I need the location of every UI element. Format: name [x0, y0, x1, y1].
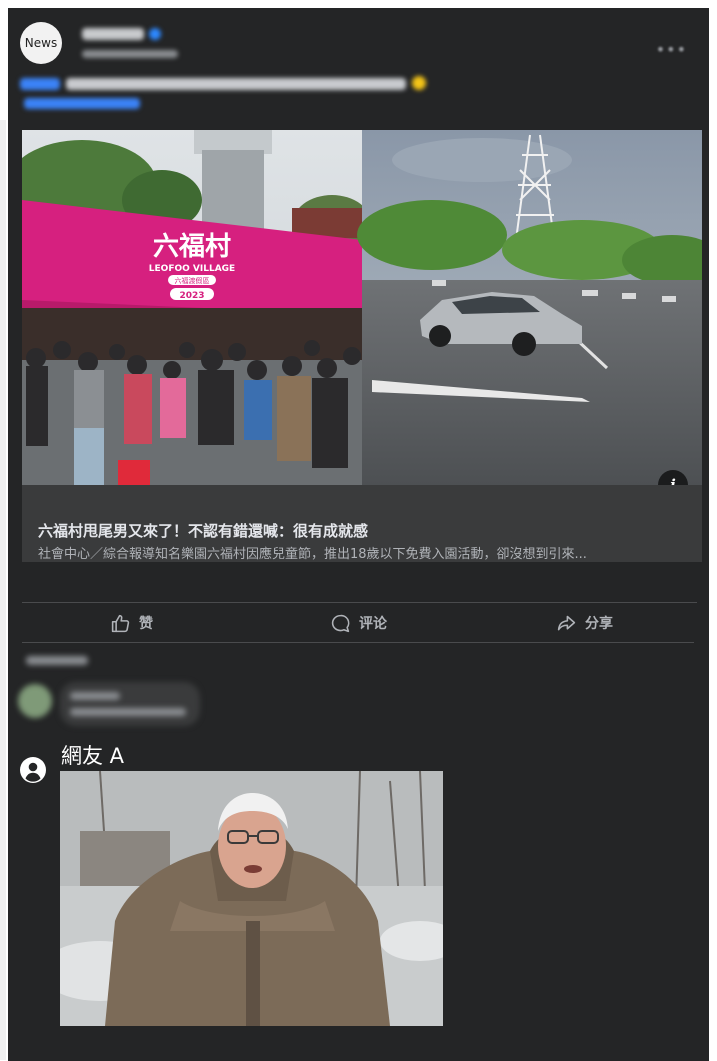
like-label: 赞	[139, 616, 153, 632]
share-arrow-icon	[556, 613, 577, 634]
divider	[22, 642, 694, 643]
page-name-blurred[interactable]	[82, 28, 144, 40]
page-avatar[interactable]: News	[20, 22, 62, 64]
link-preview-card[interactable]: 六福村甩尾男又來了！不認有錯還喊：很有成就感 社會中心／綜合報導知名樂園六福村因…	[22, 485, 702, 562]
sign-title: 六福村	[153, 232, 231, 262]
sign-subtitle: LEOFOO VILLAGE	[149, 264, 235, 274]
preview-photo: 六福村 LEOFOO VILLAGE 六福渡假區 2023	[22, 130, 702, 485]
commenter-avatar-blurred	[18, 684, 52, 718]
more-horizontal-icon[interactable]: •••	[656, 40, 687, 59]
share-button[interactable]: 分享	[556, 610, 613, 636]
post-link-blurred[interactable]	[24, 98, 140, 109]
link-title[interactable]: 六福村甩尾男又來了！不認有錯還喊：很有成就感	[38, 520, 368, 541]
comment-button[interactable]: 评论	[330, 610, 387, 636]
page-edge	[0, 120, 6, 1060]
divider	[22, 602, 697, 603]
comment-meme-image[interactable]	[60, 771, 443, 1026]
meme-photo	[60, 771, 443, 1026]
comment-author[interactable]: 網友 A	[61, 740, 124, 770]
comment-bubble-icon	[330, 613, 351, 634]
comment-bubble-blurred	[60, 682, 200, 726]
post-timestamp-blurred[interactable]	[82, 50, 178, 58]
link-preview-image[interactable]: 六福村 LEOFOO VILLAGE 六福渡假區 2023	[22, 130, 702, 485]
link-description: 社會中心／綜合報導知名樂園六福村因應兒童節，推出18歲以下免費入園活動，卻沒想到…	[38, 547, 587, 562]
post-card: News ••• 六福村 LEOFOO VILLAGE 六福渡假區 2023 六…	[8, 8, 709, 1061]
emoji-icon	[412, 76, 426, 90]
comment-sort-blurred[interactable]	[26, 656, 88, 665]
comment-text-blurred	[70, 708, 186, 716]
share-label: 分享	[585, 616, 613, 632]
thumbs-up-icon	[110, 613, 131, 634]
verified-badge-icon	[149, 28, 161, 40]
comment-text-blurred	[70, 692, 120, 700]
user-avatar-icon[interactable]	[20, 757, 46, 783]
post-text-blurred	[20, 78, 60, 90]
sign-year: 2023	[179, 291, 204, 301]
like-button[interactable]: 赞	[110, 610, 153, 636]
sign-small-text: 六福渡假區	[175, 276, 210, 285]
comment-label: 评论	[359, 616, 387, 632]
post-text-blurred	[66, 78, 406, 90]
